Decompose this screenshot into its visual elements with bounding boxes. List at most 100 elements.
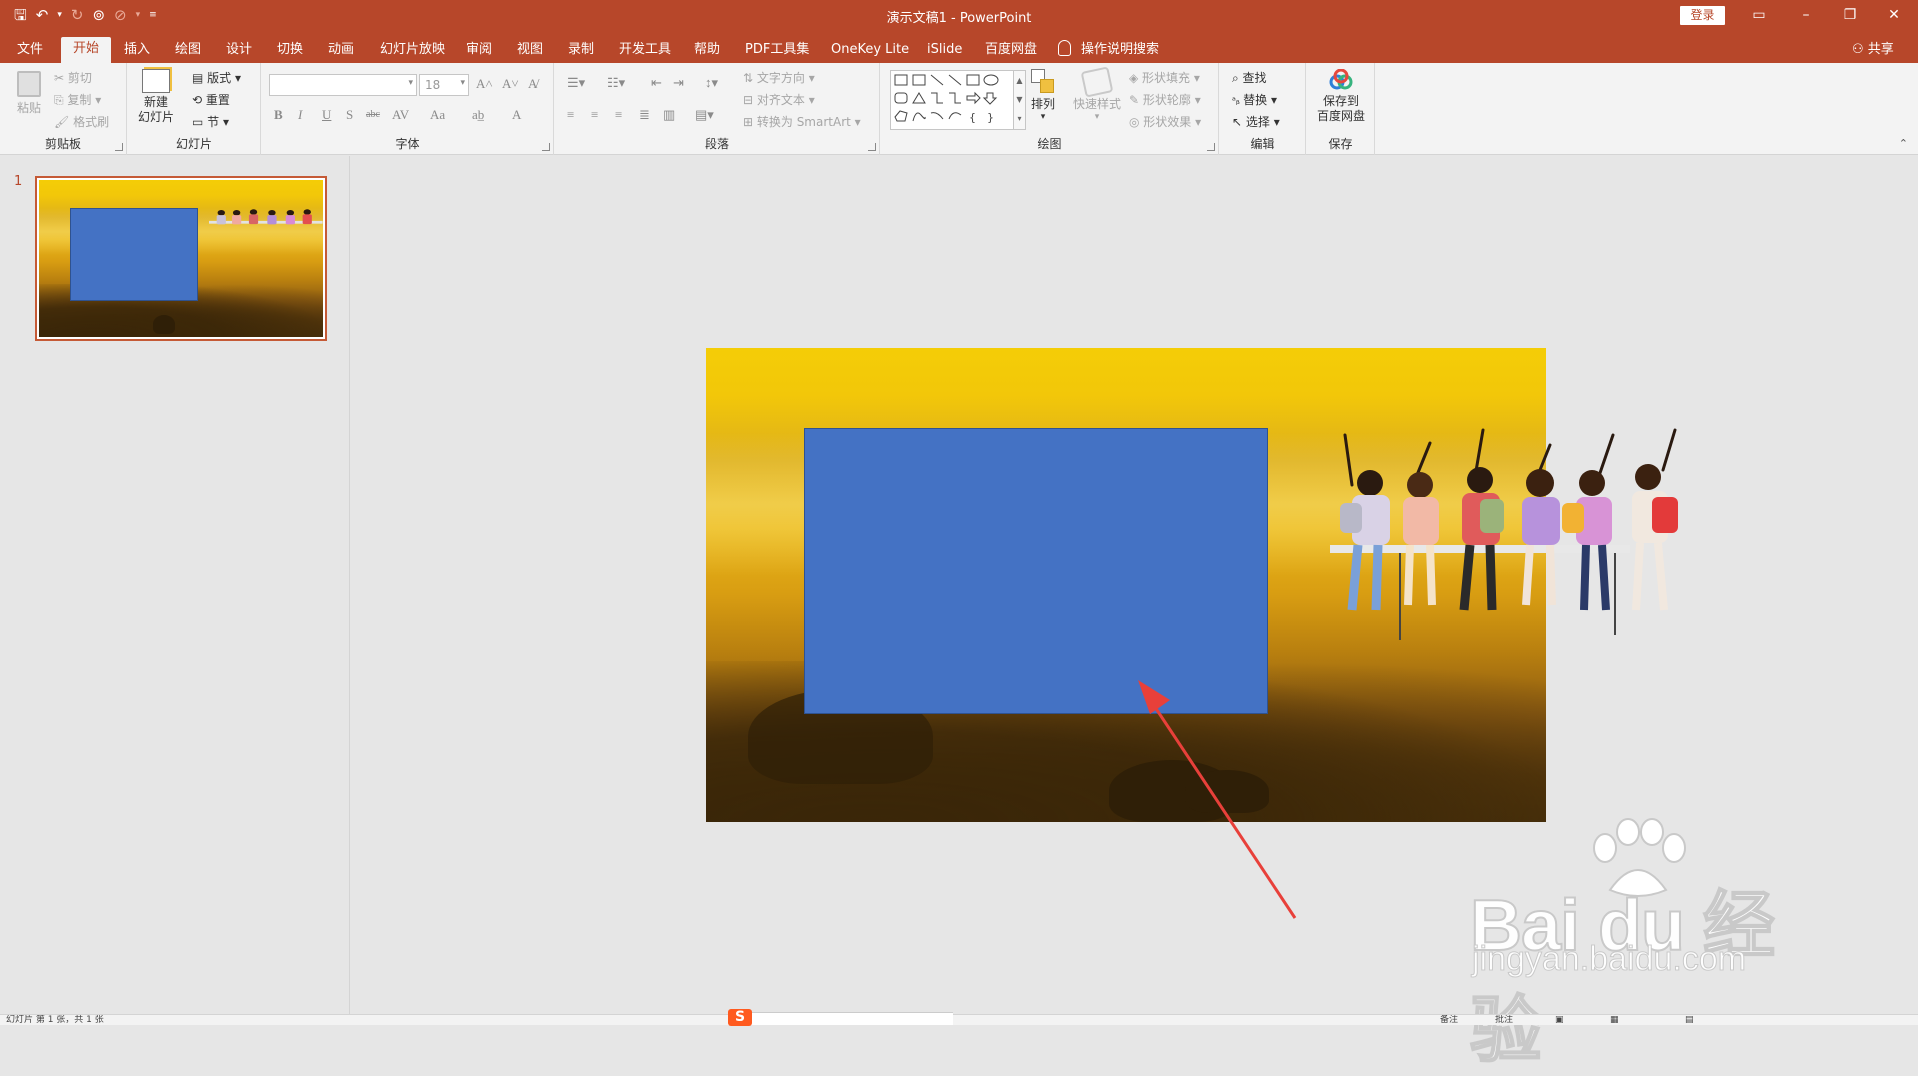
tab-developer[interactable]: 开发工具 — [617, 36, 673, 63]
notes-button[interactable]: 备注 — [1440, 1015, 1458, 1025]
group-editing: ⌕ 查找 ᵃᵦ 替换 ▾ ↖ 选择 ▾ 编辑 — [1220, 63, 1306, 155]
drawing-launcher-icon[interactable] — [1207, 143, 1215, 151]
people-cutout-image[interactable] — [1330, 425, 1700, 655]
increase-indent-icon[interactable]: ⇥ — [673, 75, 684, 91]
reading-view-icon[interactable]: ▤ — [1685, 1015, 1694, 1025]
reset-button[interactable]: ⟲ 重置 — [192, 91, 230, 108]
save-to-label: 保存到 百度网盘 — [1316, 94, 1365, 123]
text-direction-button[interactable]: ⇅ 文字方向 ▾ — [743, 69, 815, 86]
save-to-baidu-button[interactable]: 保存到 百度网盘 — [1315, 69, 1367, 124]
quick-styles-button[interactable]: 快速样式 ▾ — [1071, 66, 1123, 122]
font-launcher-icon[interactable] — [542, 143, 550, 151]
numbering-icon[interactable]: ☷▾ — [607, 75, 625, 91]
tell-me-search[interactable]: 操作说明搜索 — [1058, 36, 1159, 63]
shadow-button[interactable]: S — [346, 107, 353, 123]
normal-view-icon[interactable]: ▣ — [1555, 1015, 1564, 1025]
font-color-button[interactable]: A — [512, 107, 521, 123]
replace-button[interactable]: ᵃᵦ 替换 ▾ — [1232, 91, 1277, 108]
clipboard-launcher-icon[interactable] — [115, 143, 123, 151]
minimize-icon[interactable]: – — [1784, 4, 1828, 26]
blue-rectangle-shape[interactable] — [804, 428, 1268, 714]
clear-format-icon[interactable]: A̸ — [528, 76, 537, 92]
undo-icon[interactable]: ↶ — [36, 4, 49, 26]
shrink-font-icon[interactable]: A˅ — [502, 76, 519, 92]
font-size-combo[interactable]: 18 — [419, 74, 469, 96]
tab-draw[interactable]: 绘图 — [173, 36, 203, 63]
distribute-icon[interactable]: ▥ — [663, 107, 675, 123]
paste-button[interactable]: 粘贴 — [14, 71, 44, 116]
italic-button[interactable]: I — [298, 107, 302, 123]
align-text-button[interactable]: ⊟ 对齐文本 ▾ — [743, 91, 815, 108]
sogou-ime-icon[interactable]: S — [728, 1009, 752, 1026]
input-method-toolbar[interactable]: S — [728, 1009, 953, 1026]
copy-button[interactable]: ⎘ 复制 ▾ — [54, 91, 101, 108]
align-right-icon[interactable]: ≡ — [615, 107, 622, 123]
presenter-icon[interactable]: ⊚ — [92, 4, 105, 26]
close-icon[interactable]: ✕ — [1872, 4, 1916, 26]
justify-icon[interactable]: ≣ — [639, 107, 650, 123]
layout-button[interactable]: ▤ 版式 ▾ — [192, 69, 241, 86]
align-center-icon[interactable]: ≡ — [591, 107, 598, 123]
cut-button[interactable]: ✂ 剪切 — [54, 69, 92, 86]
sorter-view-icon[interactable]: ▦ — [1610, 1015, 1619, 1025]
tab-help[interactable]: 帮助 — [692, 36, 722, 63]
svg-text:}: } — [987, 111, 994, 124]
shape-fill-button[interactable]: ◈ 形状填充 ▾ — [1129, 69, 1200, 86]
shapes-scrollbar[interactable]: ▲ ▼ ▾ — [1013, 71, 1025, 129]
shapes-gallery[interactable]: {} ▲ ▼ ▾ — [890, 70, 1026, 130]
share-button[interactable]: ⚇ 共享 — [1852, 36, 1894, 63]
tab-pdf-tools[interactable]: PDF工具集 — [743, 36, 811, 63]
change-case-button[interactable]: Aa — [430, 107, 445, 123]
tab-islide[interactable]: iSlide — [925, 36, 964, 63]
collapse-ribbon-icon[interactable]: ⌃ — [1899, 137, 1908, 150]
bullets-icon[interactable]: ☰▾ — [567, 75, 585, 91]
shape-effects-button[interactable]: ◎ 形状效果 ▾ — [1129, 113, 1201, 130]
tab-home[interactable]: 开始 — [61, 37, 112, 63]
paragraph-launcher-icon[interactable] — [868, 143, 876, 151]
tab-onekey-lite[interactable]: OneKey Lite — [829, 36, 911, 63]
columns-icon[interactable]: ▤▾ — [695, 107, 714, 123]
tab-record[interactable]: 录制 — [566, 36, 596, 63]
line-spacing-icon[interactable]: ↕▾ — [705, 75, 718, 91]
tab-design[interactable]: 设计 — [224, 36, 254, 63]
editing-group-label: 编辑 — [1250, 137, 1275, 151]
underline-button[interactable]: U — [322, 107, 331, 123]
char-spacing-button[interactable]: AV — [392, 107, 409, 123]
shape-outline-button[interactable]: ✎ 形状轮廓 ▾ — [1129, 91, 1201, 108]
brush-icon: 🖌 — [54, 115, 74, 129]
convert-smartart-button[interactable]: ⊞ 转换为 SmartArt ▾ — [743, 113, 861, 130]
tab-animations[interactable]: 动画 — [326, 36, 356, 63]
redo-icon[interactable]: ↻ — [71, 4, 84, 26]
highlight-icon[interactable]: ab̲ — [472, 107, 484, 123]
tab-baidu-netdisk[interactable]: 百度网盘 — [983, 36, 1039, 63]
tab-file[interactable]: 文件 — [15, 36, 45, 63]
customize-qat-icon[interactable]: ≡ — [149, 4, 157, 26]
tab-transitions[interactable]: 切换 — [275, 36, 305, 63]
format-painter-button[interactable]: 🖌 格式刷 — [54, 113, 109, 130]
tab-view[interactable]: 视图 — [515, 36, 545, 63]
find-button[interactable]: ⌕ 查找 — [1232, 69, 1267, 86]
strikethrough-button[interactable]: abc — [366, 109, 380, 120]
tab-review[interactable]: 审阅 — [464, 36, 494, 63]
undo-dropdown-icon[interactable]: ▾ — [57, 4, 62, 26]
slide-thumbnail[interactable] — [35, 176, 327, 341]
font-name-combo[interactable] — [269, 74, 417, 96]
restore-icon[interactable]: ❐ — [1828, 4, 1872, 26]
section-button[interactable]: ▭ 节 ▾ — [192, 113, 229, 130]
save-icon[interactable]: 🖫 — [14, 4, 27, 26]
tab-slideshow[interactable]: 幻灯片放映 — [378, 36, 447, 63]
login-button[interactable]: 登录 — [1680, 6, 1725, 25]
ribbon-display-icon[interactable]: ▭ — [1737, 4, 1781, 26]
touch-dropdown-icon[interactable]: ▾ — [136, 4, 141, 26]
decrease-indent-icon[interactable]: ⇤ — [651, 75, 662, 91]
arrange-button[interactable]: 排列 ▾ — [1028, 69, 1058, 122]
select-button[interactable]: ↖ 选择 ▾ — [1232, 113, 1280, 130]
touch-mode-icon[interactable]: ⊘ — [114, 4, 127, 26]
new-slide-button[interactable]: 新建 幻灯片 — [136, 69, 176, 125]
bold-button[interactable]: B — [274, 107, 283, 123]
comments-button[interactable]: 批注 — [1495, 1015, 1513, 1025]
grow-font-icon[interactable]: A˄ — [476, 76, 493, 92]
tab-insert[interactable]: 插入 — [122, 36, 152, 63]
layout-label: 版式 — [207, 71, 232, 85]
align-left-icon[interactable]: ≡ — [567, 107, 574, 123]
